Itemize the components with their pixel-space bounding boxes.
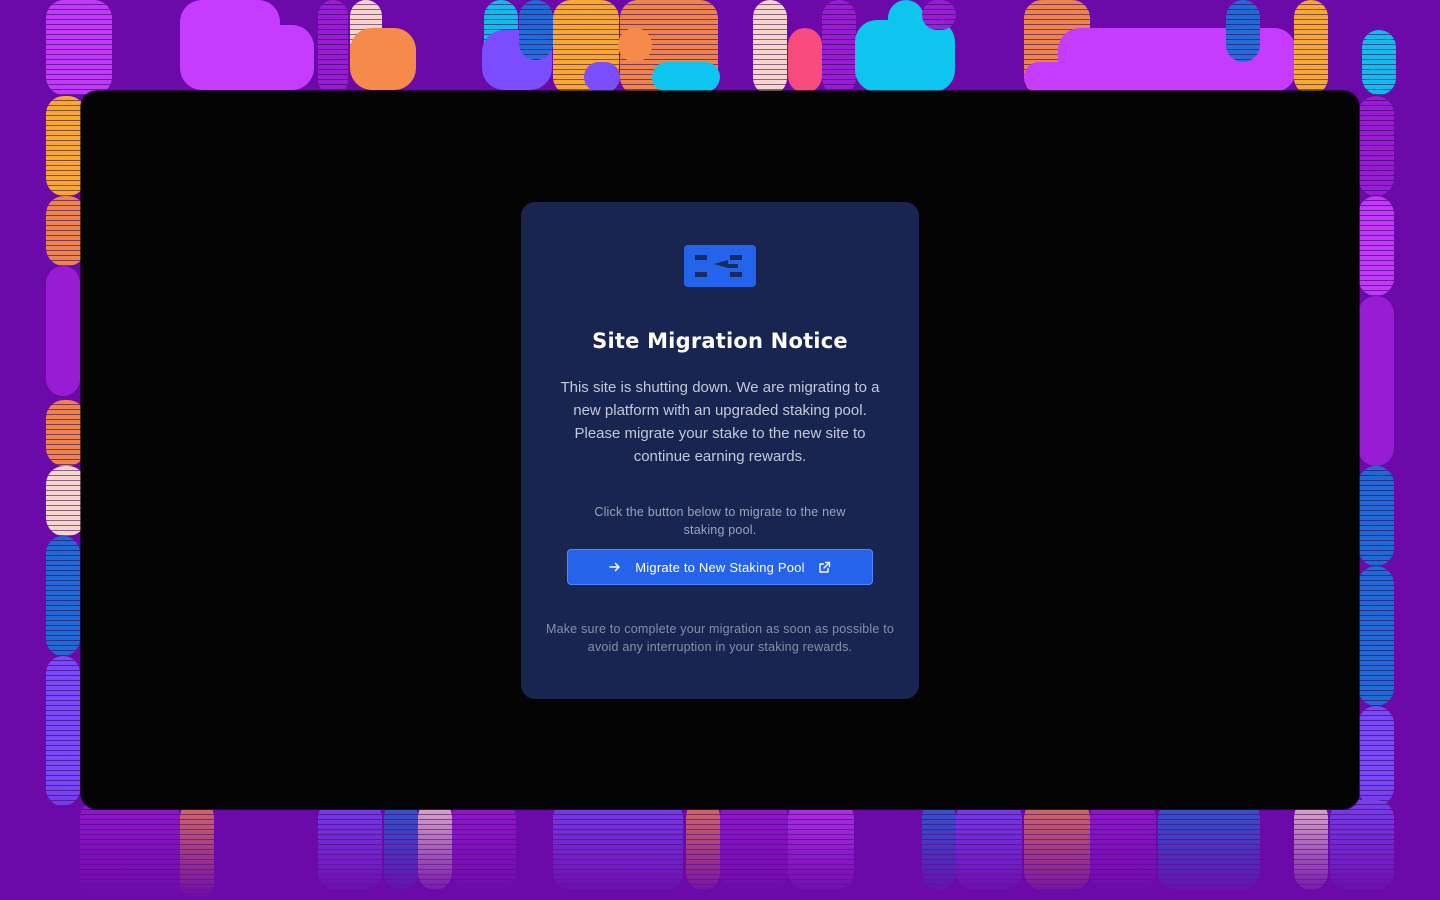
decor-column xyxy=(318,0,348,95)
decor-blob xyxy=(584,62,620,92)
decor-column xyxy=(922,0,956,30)
decor-column xyxy=(1090,800,1156,890)
decor-column xyxy=(180,800,214,900)
decor-blob xyxy=(652,62,720,92)
decor-blob xyxy=(888,0,924,40)
decor-column xyxy=(46,536,80,656)
migrate-button[interactable]: Migrate to New Staking Pool xyxy=(567,549,873,585)
decor-column xyxy=(384,800,418,890)
page-title: Site Migration Notice xyxy=(592,329,848,353)
migration-instruction: Click the button below to migrate to the… xyxy=(594,505,846,537)
decor-column xyxy=(318,800,382,890)
decor-column xyxy=(46,0,112,95)
migration-footer-note: Make sure to complete your migration as … xyxy=(545,622,895,654)
decor-column xyxy=(452,800,516,890)
decor-column xyxy=(80,800,180,900)
decor-column xyxy=(1358,466,1394,566)
decor-column xyxy=(46,466,86,536)
decor-column xyxy=(788,28,822,93)
decor-column xyxy=(519,0,553,60)
decor-column xyxy=(788,800,854,890)
decor-blob xyxy=(1058,28,1296,92)
decor-column xyxy=(753,0,787,95)
decor-column xyxy=(46,656,80,806)
arrow-right-icon xyxy=(608,560,622,574)
decor-column xyxy=(720,800,788,890)
decor-column xyxy=(1294,800,1328,890)
decor-column xyxy=(418,800,452,890)
decor-column xyxy=(46,266,80,396)
decor-column xyxy=(1158,800,1260,890)
decor-column xyxy=(46,400,86,466)
decor-column xyxy=(1358,706,1394,806)
decor-blob xyxy=(230,25,314,90)
decor-column xyxy=(1362,30,1396,95)
decor-column xyxy=(46,96,86,196)
decor-column xyxy=(956,800,1022,890)
decor-column xyxy=(553,800,683,890)
decor-column xyxy=(1358,296,1394,466)
b3-logo-icon xyxy=(684,245,756,287)
external-link-icon xyxy=(818,560,832,574)
decor-column xyxy=(922,800,956,890)
migration-description: This site is shutting down. We are migra… xyxy=(560,379,880,465)
migrate-button-label: Migrate to New Staking Pool xyxy=(635,559,805,575)
decor-column xyxy=(822,0,856,95)
decor-column xyxy=(1358,566,1394,706)
decor-column xyxy=(1358,196,1394,296)
migration-notice-card: Site Migration Notice This site is shutt… xyxy=(521,202,919,699)
decor-column xyxy=(686,800,720,890)
decor-column xyxy=(1358,96,1394,196)
decor-blob xyxy=(618,28,652,62)
decor-column xyxy=(1330,800,1394,890)
decor-column xyxy=(1226,0,1260,62)
decor-blob xyxy=(350,28,416,90)
decor-column xyxy=(1294,0,1328,95)
decor-column xyxy=(46,196,86,266)
decor-column xyxy=(1024,800,1090,890)
